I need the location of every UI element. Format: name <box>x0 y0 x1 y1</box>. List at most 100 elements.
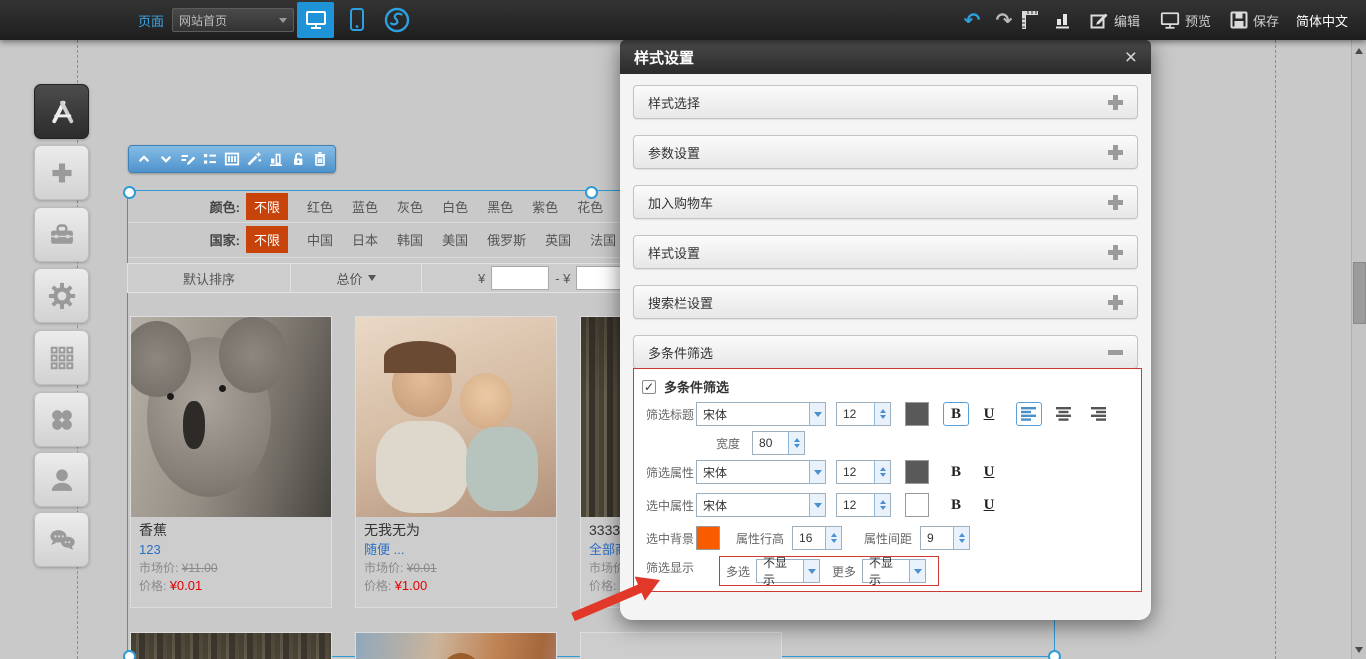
more-dropdown[interactable]: 不显示 <box>862 559 926 583</box>
filter-option[interactable]: 英国 <box>545 230 571 249</box>
selection-handle-bottom-left[interactable] <box>123 650 136 659</box>
spinner-arrows-icon[interactable] <box>953 527 969 549</box>
expand-plus-icon[interactable] <box>1108 95 1123 110</box>
spacing-spinner[interactable]: 9 <box>920 526 970 550</box>
product-card[interactable] <box>130 632 332 659</box>
sidebar-item-widgets[interactable] <box>34 392 89 447</box>
ruler-button[interactable] <box>1018 0 1042 40</box>
filter-option[interactable]: 俄罗斯 <box>487 230 526 249</box>
underline-button[interactable]: U <box>976 493 1002 517</box>
bold-button[interactable]: B <box>943 460 969 484</box>
data-button[interactable] <box>268 151 284 167</box>
link-mode-button[interactable] <box>379 2 415 38</box>
sort-default-tab[interactable]: 默认排序 <box>128 264 291 292</box>
section-style-select[interactable]: 样式选择 <box>633 85 1138 119</box>
filter-option[interactable]: 韩国 <box>397 230 423 249</box>
spinner-arrows-icon[interactable] <box>874 403 890 425</box>
sidebar-item-toolbox[interactable] <box>34 207 89 262</box>
product-card[interactable] <box>355 632 557 659</box>
sidebar-item-modules[interactable] <box>34 330 89 385</box>
filter-option[interactable]: 黑色 <box>487 197 513 216</box>
expand-plus-icon[interactable] <box>1108 295 1123 310</box>
product-card[interactable]: 香蕉 123 市场价: ¥11.00 价格: ¥0.01 <box>130 316 332 608</box>
save-button[interactable]: 保存 <box>1230 0 1279 40</box>
font-family-select[interactable]: 宋体 <box>696 460 826 484</box>
sidebar-item-add[interactable] <box>34 145 89 200</box>
bold-button[interactable]: B <box>943 493 969 517</box>
spinner-arrows-icon[interactable] <box>874 461 890 483</box>
lock-button[interactable] <box>290 151 306 167</box>
font-size-spinner[interactable]: 12 <box>836 402 891 426</box>
language-switcher[interactable]: 简体中文 <box>1296 0 1348 40</box>
preview-button[interactable]: 预览 <box>1160 0 1211 40</box>
sidebar-item-chat[interactable] <box>34 512 89 567</box>
section-style-settings[interactable]: 样式设置 <box>633 235 1138 269</box>
expand-plus-icon[interactable] <box>1108 195 1123 210</box>
align-left-button[interactable] <box>1016 402 1042 426</box>
filter-option[interactable]: 法国 <box>590 230 616 249</box>
filter-option[interactable]: 日本 <box>352 230 378 249</box>
align-right-button[interactable] <box>1086 402 1112 426</box>
section-add-to-cart[interactable]: 加入购物车 <box>633 185 1138 219</box>
panel-header[interactable]: 样式设置 × <box>620 40 1151 74</box>
scroll-up-icon[interactable] <box>1355 48 1363 54</box>
filter-option[interactable]: 紫色 <box>532 197 558 216</box>
multi-filter-checkbox[interactable]: ✓ <box>642 380 656 394</box>
multi-select-dropdown[interactable]: 不显示 <box>756 559 820 583</box>
move-up-button[interactable] <box>136 151 152 167</box>
list-settings-button[interactable] <box>202 151 218 167</box>
underline-button[interactable]: U <box>976 460 1002 484</box>
section-search-bar[interactable]: 搜索栏设置 <box>633 285 1138 319</box>
desktop-view-button[interactable] <box>297 2 334 38</box>
expand-plus-icon[interactable] <box>1108 145 1123 160</box>
align-center-button[interactable] <box>1051 402 1077 426</box>
font-family-select[interactable]: 宋体 <box>696 402 826 426</box>
edit-content-button[interactable] <box>180 151 196 167</box>
filter-chip-selected[interactable]: 不限 <box>246 193 288 220</box>
filter-option[interactable]: 花色 <box>577 197 603 216</box>
width-spinner[interactable]: 80 <box>752 431 805 455</box>
line-height-spinner[interactable]: 16 <box>792 526 842 550</box>
filter-option[interactable]: 蓝色 <box>352 197 378 216</box>
sort-price-tab[interactable]: 总价 <box>291 264 422 292</box>
move-down-button[interactable] <box>158 151 174 167</box>
filter-option[interactable]: 中国 <box>307 230 333 249</box>
filter-option[interactable]: 白色 <box>442 197 468 216</box>
collapse-minus-icon[interactable] <box>1108 345 1123 360</box>
title-color-swatch[interactable] <box>905 402 929 426</box>
price-min-input[interactable] <box>491 266 549 290</box>
section-multi-filter[interactable]: 多条件筛选 <box>633 335 1138 369</box>
scroll-down-icon[interactable] <box>1355 647 1363 653</box>
page-select[interactable]: 网站首页 <box>172 8 294 32</box>
selected-color-swatch[interactable] <box>905 493 929 517</box>
undo-button[interactable]: ↶ <box>958 0 986 40</box>
font-size-spinner[interactable]: 12 <box>836 460 891 484</box>
sidebar-item-settings[interactable] <box>34 268 89 323</box>
font-family-select[interactable]: 宋体 <box>696 493 826 517</box>
edit-button[interactable]: 编辑 <box>1090 0 1140 40</box>
spinner-arrows-icon[interactable] <box>788 432 804 454</box>
filter-option[interactable]: 灰色 <box>397 197 423 216</box>
selection-handle-top-middle[interactable] <box>585 186 598 199</box>
selection-handle-bottom-right[interactable] <box>1048 650 1061 659</box>
close-icon[interactable]: × <box>1125 47 1137 68</box>
redo-button[interactable]: ↷ <box>990 0 1018 40</box>
font-size-spinner[interactable]: 12 <box>836 493 891 517</box>
underline-button[interactable]: U <box>976 402 1002 426</box>
filter-chip-selected[interactable]: 不限 <box>246 226 288 253</box>
section-params[interactable]: 参数设置 <box>633 135 1138 169</box>
selection-handle-top-left[interactable] <box>123 186 136 199</box>
product-card[interactable]: 无我无为 随便 ... 市场价: ¥0.01 价格: ¥1.00 <box>355 316 557 608</box>
delete-button[interactable] <box>312 151 328 167</box>
spinner-arrows-icon[interactable] <box>874 494 890 516</box>
stats-button[interactable] <box>1050 0 1076 40</box>
style-wand-button[interactable] <box>246 151 262 167</box>
params-button[interactable] <box>224 151 240 167</box>
product-link[interactable]: 123 <box>139 540 323 559</box>
sidebar-item-design[interactable] <box>34 84 89 139</box>
filter-option[interactable]: 美国 <box>442 230 468 249</box>
product-link[interactable]: 随便 ... <box>364 540 548 559</box>
spinner-arrows-icon[interactable] <box>825 527 841 549</box>
attr-color-swatch[interactable] <box>905 460 929 484</box>
filter-option[interactable]: 红色 <box>307 197 333 216</box>
